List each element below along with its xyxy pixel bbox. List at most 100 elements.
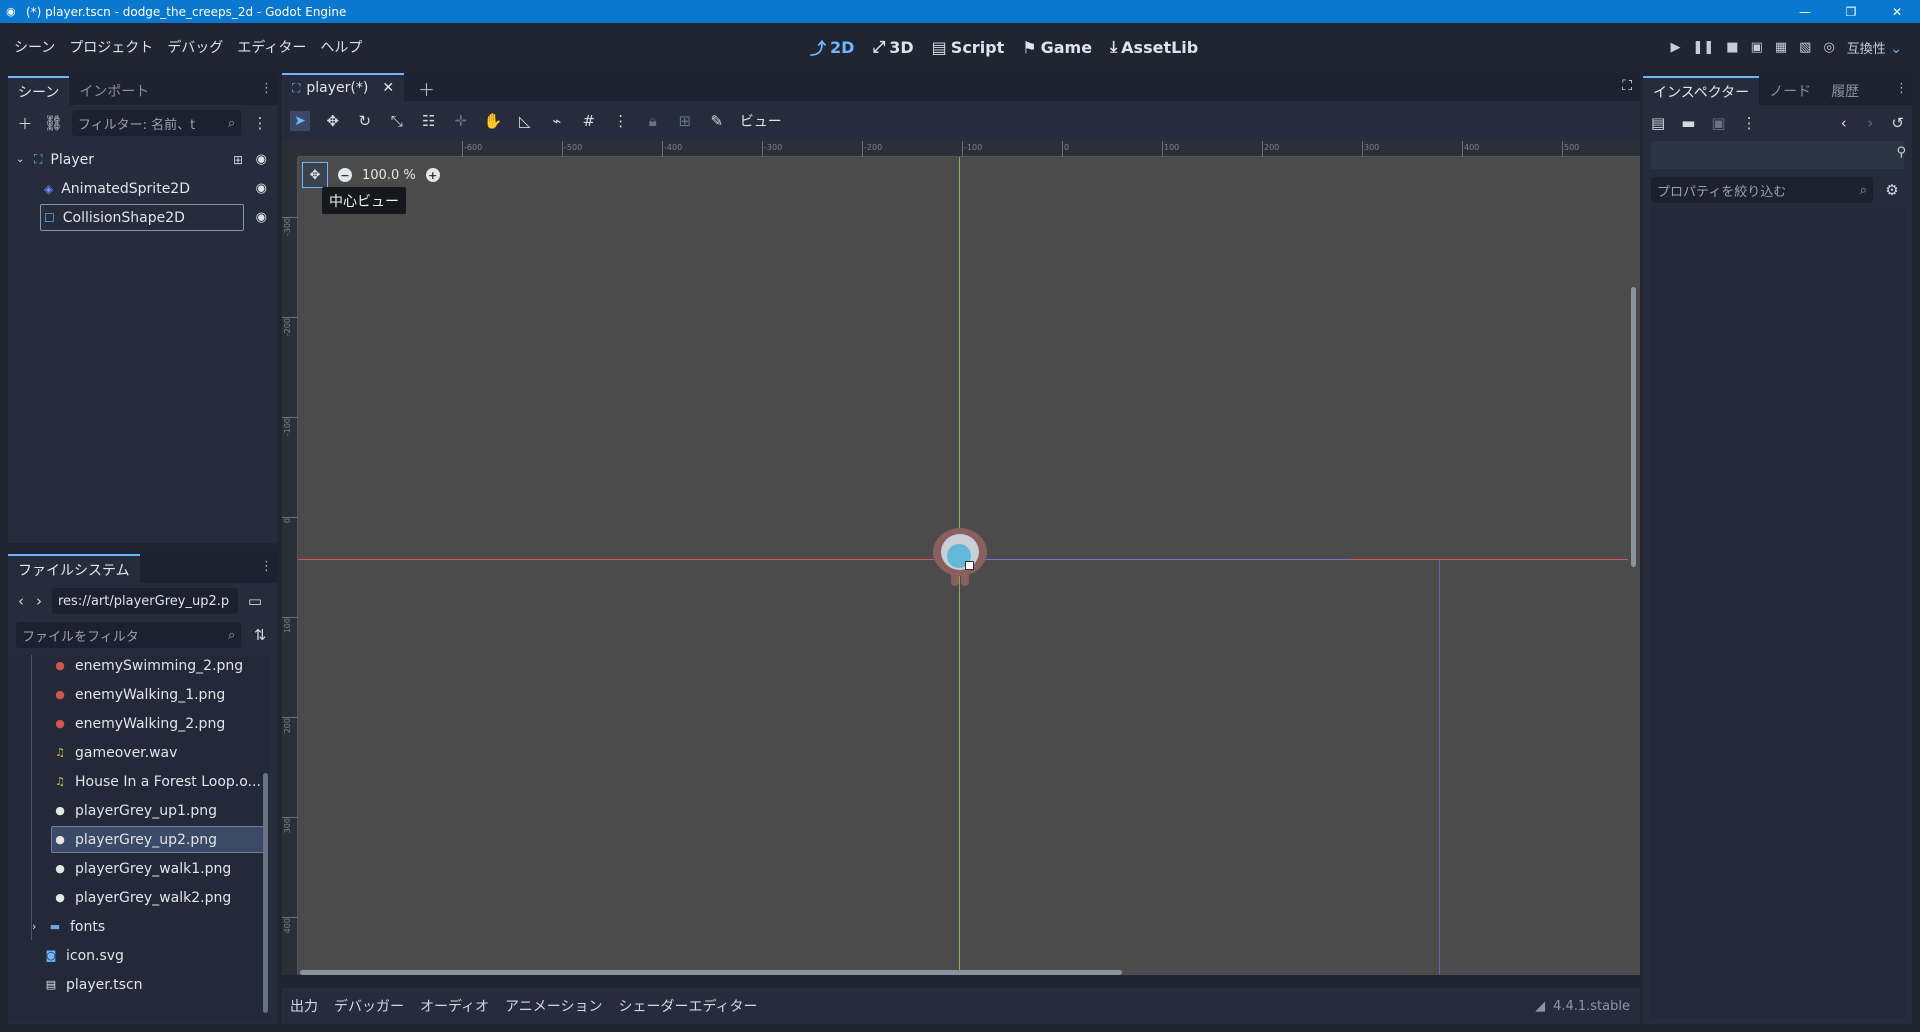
property-filter-input[interactable]: プロパティを絞り込む ⌕ — [1651, 177, 1873, 203]
instance-scene-icon[interactable]: ⛓ — [44, 114, 63, 132]
forward-icon[interactable]: › — [34, 592, 44, 610]
group-icon[interactable]: ⊞ — [233, 153, 243, 167]
minimize-icon[interactable]: — — [1782, 0, 1828, 23]
object-history-icon[interactable]: ↺ — [1891, 114, 1904, 132]
view-menu[interactable]: ビュー — [740, 111, 782, 131]
workspace-game-button[interactable]: ⚑ Game — [1022, 38, 1092, 57]
stop-icon[interactable]: ■ — [1726, 40, 1738, 55]
folder-item[interactable]: › ▬ fonts — [8, 912, 270, 941]
add-scene-tab-icon[interactable]: ＋ — [418, 76, 435, 101]
tab-filesystem[interactable]: ファイルシステム — [8, 554, 140, 583]
inspector-options-icon[interactable]: ⚙ — [1883, 181, 1901, 199]
rotate-mode-icon[interactable]: ↻ — [356, 112, 374, 130]
v-scrollbar[interactable] — [1631, 287, 1636, 567]
center-view-icon[interactable]: ✥ — [302, 162, 328, 188]
new-resource-icon[interactable]: ▤ — [1651, 114, 1665, 132]
ruler-mode-icon[interactable]: ◺ — [516, 112, 534, 130]
path-field[interactable]: res://art/playerGrey_up2.p — [52, 588, 238, 614]
scene-more-icon[interactable]: ⋮ — [251, 114, 269, 132]
open-resource-icon[interactable]: ▬ — [1681, 114, 1695, 132]
distraction-free-icon[interactable]: ⛶ — [1622, 78, 1632, 94]
tab-history[interactable]: 履歴 — [1821, 76, 1869, 105]
pause-icon[interactable]: ❚❚ — [1692, 40, 1714, 55]
node-filter-input[interactable]: フィルター: 名前、t ⌕ — [71, 110, 242, 136]
workspace-script-button[interactable]: ▤ Script — [932, 38, 1005, 57]
menu-project[interactable]: プロジェクト — [62, 37, 160, 57]
file-item-selected[interactable]: ● playerGrey_up2.png — [8, 825, 270, 854]
bottom-tab-animation[interactable]: アニメーション — [497, 996, 610, 1016]
play-scene-icon[interactable]: ▦ — [1775, 40, 1787, 55]
menu-editor[interactable]: エディター — [230, 37, 313, 57]
pivot-mode-icon[interactable]: ✛ — [452, 112, 470, 130]
h-scrollbar[interactable] — [300, 970, 1122, 975]
file-list-scrollbar[interactable] — [263, 773, 268, 1013]
workspace-3d-button[interactable]: ⤢ 3D — [872, 37, 913, 57]
dock-menu-icon[interactable]: ⋮ — [260, 559, 273, 574]
resize-handle-icon[interactable] — [965, 561, 974, 570]
tab-scene[interactable]: シーン — [8, 76, 70, 105]
move-mode-icon[interactable]: ✥ — [324, 112, 342, 130]
dock-menu-icon[interactable]: ⋮ — [1895, 81, 1908, 96]
canvas-viewport[interactable] — [282, 141, 1640, 975]
remote-debug-icon[interactable]: ▣ — [1751, 40, 1763, 55]
bottom-tab-debugger[interactable]: デバッガー — [326, 996, 412, 1016]
play-icon[interactable]: ▶ — [1670, 40, 1680, 55]
dock-menu-icon[interactable]: ⋮ — [260, 81, 273, 96]
zoom-in-icon[interactable]: + — [425, 168, 440, 182]
file-filter-input[interactable]: ファイルをフィルタ ⌕ — [16, 622, 242, 648]
pan-mode-icon[interactable]: ✋ — [484, 112, 503, 130]
sort-icon[interactable]: ⇅ — [251, 626, 269, 644]
visibility-eye-icon[interactable]: ◉ — [256, 210, 267, 225]
menu-scene[interactable]: シーン — [7, 37, 62, 57]
file-item[interactable]: ● enemyWalking_2.png — [8, 709, 270, 738]
grid-snap-icon[interactable]: # — [580, 112, 598, 130]
close-icon[interactable]: ✕ — [1874, 0, 1920, 23]
menu-debug[interactable]: デバッグ — [160, 37, 230, 57]
bottom-tab-shader[interactable]: シェーダーエディター — [610, 996, 765, 1016]
workspace-assetlib-button[interactable]: ⤓ AssetLib — [1110, 37, 1198, 57]
selectable-nodes-icon[interactable]: ☷ — [420, 112, 438, 130]
file-item[interactable]: ● enemySwimming_2.png — [8, 655, 270, 680]
group-nodes-icon[interactable]: ⊞ — [676, 112, 694, 130]
restore-icon[interactable]: ❐ — [1828, 0, 1874, 23]
file-item[interactable]: ● playerGrey_walk1.png — [8, 854, 270, 883]
bottom-tab-audio[interactable]: オーディオ — [412, 996, 497, 1016]
play-custom-scene-icon[interactable]: ▧ — [1799, 40, 1811, 55]
snap-options-icon[interactable]: ⋮ — [612, 112, 630, 130]
scene-tab[interactable]: ⛶ player(*) ✕ — [282, 73, 404, 101]
visibility-eye-icon[interactable]: ◉ — [256, 181, 267, 196]
object-properties-icon[interactable]: ⚲ — [1896, 145, 1906, 160]
tree-node-player[interactable]: ⌄ ⛶ Player ⊞ ◉ — [8, 145, 277, 174]
save-resource-icon[interactable]: ▣ — [1711, 114, 1725, 132]
smart-snap-icon[interactable]: ⌁ — [548, 112, 566, 130]
zoom-level[interactable]: 100.0 % — [362, 168, 416, 183]
file-item[interactable]: ♫ House In a Forest Loop.o... — [8, 767, 270, 796]
split-view-icon[interactable]: ▭ — [246, 592, 264, 610]
tree-node-collision-shape[interactable]: ☐ CollisionShape2D ◉ — [8, 203, 277, 232]
select-mode-icon[interactable]: ➤ — [290, 111, 310, 131]
tab-node[interactable]: ノード — [1759, 76, 1821, 105]
file-item[interactable]: ▤ player.tscn — [8, 970, 270, 999]
lock-icon[interactable]: 🔒︎ — [644, 112, 662, 130]
tab-inspector[interactable]: インスペクター — [1643, 76, 1760, 105]
zoom-out-icon[interactable]: − — [338, 168, 352, 182]
bottom-tab-output[interactable]: 出力 — [282, 996, 326, 1016]
file-item[interactable]: ● playerGrey_up1.png — [8, 796, 270, 825]
workspace-2d-button[interactable]: ⤴ 2D — [810, 35, 854, 59]
renderer-select[interactable]: 互換性 ⌄ — [1847, 38, 1902, 57]
tree-node-animated-sprite[interactable]: ◈ AnimatedSprite2D ◉ — [8, 174, 277, 203]
add-node-icon[interactable]: ＋ — [16, 113, 34, 134]
collapse-arrow-icon[interactable]: ⌄ — [16, 154, 30, 165]
resource-more-icon[interactable]: ⋮ — [1742, 114, 1757, 132]
tab-import[interactable]: インポート — [69, 76, 159, 105]
scale-mode-icon[interactable]: ⤡ — [388, 112, 406, 130]
expand-arrow-icon[interactable]: › — [32, 920, 44, 933]
file-item[interactable]: ● enemyWalking_1.png — [8, 680, 270, 709]
back-icon[interactable]: ‹ — [16, 592, 26, 610]
player-sprite[interactable] — [933, 528, 987, 586]
history-back-icon[interactable]: ‹ — [1839, 114, 1849, 132]
skeleton-icon[interactable]: ✎ — [708, 112, 726, 130]
file-item[interactable]: ● playerGrey_walk2.png — [8, 883, 270, 912]
movie-maker-icon[interactable]: ◎ — [1823, 40, 1834, 55]
file-item[interactable]: ♫ gameover.wav — [8, 738, 270, 767]
